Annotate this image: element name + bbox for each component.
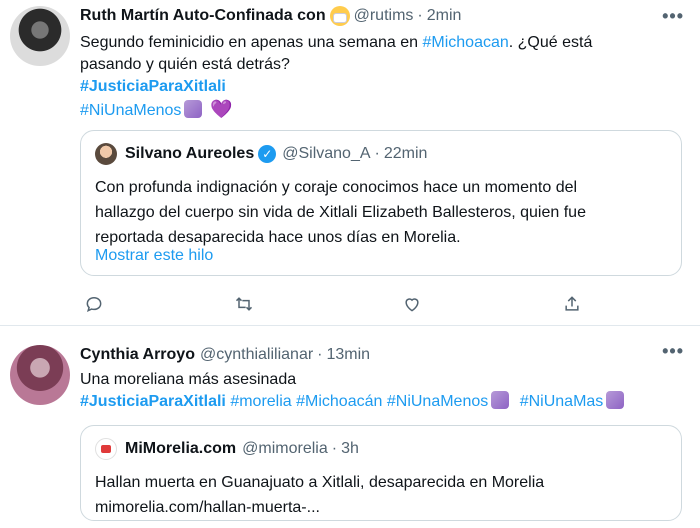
hashtag-link[interactable]: #NiUnaMenos <box>387 393 488 410</box>
tweet-text: Una moreliana más asesinada #JusticiaPar… <box>80 369 680 413</box>
text-line: Hallan muerta en Guanajuato a Xitlali, d… <box>95 474 545 491</box>
hashtag-link[interactable]: #Michoacán <box>296 393 382 410</box>
more-icon[interactable]: ••• <box>662 341 684 362</box>
text-segment: pasando y quién está detrás? <box>80 56 290 73</box>
avatar[interactable] <box>95 438 117 460</box>
hashtag-link[interactable]: #NiUnaMas <box>520 393 604 410</box>
tweet-text: Segundo feminicidio en apenas una semana… <box>80 32 680 122</box>
purple-heart-icon: 💜 <box>210 99 233 119</box>
text-line: hallazgo del cuerpo sin vida de Xitlali … <box>95 204 586 221</box>
share-icon[interactable] <box>558 290 586 318</box>
raised-fist-emoji-icon <box>491 391 510 409</box>
author-name[interactable]: Silvano Aureoles <box>125 145 254 163</box>
author-handle[interactable]: @cynthialilianar <box>200 346 313 364</box>
hashtag-link[interactable]: #JusticiaParaXitlali <box>80 78 226 95</box>
quoted-tweet[interactable]: Silvano Aureoles ✓ @Silvano_A · 22min Co… <box>80 130 682 276</box>
avatar[interactable] <box>10 6 70 66</box>
tweet-header: Cynthia Arroyo @cynthialilianar · 13min <box>80 343 690 367</box>
tweet-header: Ruth Martín Auto-Confinada con @rutims ·… <box>80 4 690 28</box>
author-name[interactable]: Ruth Martín Auto-Confinada con <box>80 7 326 25</box>
hashtag-link[interactable]: #NiUnaMenos <box>80 102 181 119</box>
hashtag-link[interactable]: #morelia <box>230 393 291 410</box>
timestamp[interactable]: 13min <box>327 346 371 364</box>
author-handle[interactable]: @rutims <box>354 7 414 25</box>
avatar[interactable] <box>95 143 117 165</box>
text-segment: . ¿Qué está <box>508 34 593 51</box>
verified-icon: ✓ <box>258 145 277 163</box>
tweet-actions <box>80 290 600 318</box>
avatar[interactable] <box>10 345 70 405</box>
separator: · <box>331 440 338 457</box>
quoted-tweet-header: Silvano Aureoles ✓ @Silvano_A · 22min <box>95 143 427 165</box>
timestamp[interactable]: 22min <box>384 145 428 163</box>
like-icon[interactable] <box>398 290 426 318</box>
separator: · <box>317 346 323 363</box>
quoted-tweet-text: Hallan muerta en Guanajuato a Xitlali, d… <box>95 470 667 520</box>
author-name[interactable]: Cynthia Arroyo <box>80 346 195 364</box>
raised-fist-emoji-icon <box>184 100 203 118</box>
timestamp[interactable]: 2min <box>427 7 462 25</box>
quoted-tweet-text: Con profunda indignación y coraje conoci… <box>95 175 667 250</box>
hashtag-link[interactable]: #JusticiaParaXitlali <box>80 393 226 410</box>
more-icon[interactable]: ••• <box>662 6 684 27</box>
quoted-tweet-header: MiMorelia.com @mimorelia · 3h <box>95 438 359 460</box>
show-thread-link[interactable]: Mostrar este hilo <box>95 247 213 265</box>
author-name[interactable]: MiMorelia.com <box>125 440 236 458</box>
link-text[interactable]: mimorelia.com/hallan-muerta-... <box>95 495 667 520</box>
text-line: Con profunda indignación y coraje conoci… <box>95 179 578 196</box>
author-handle[interactable]: @mimorelia <box>242 440 328 458</box>
separator: · <box>417 7 423 24</box>
quoted-tweet[interactable]: MiMorelia.com @mimorelia · 3h Hallan mue… <box>80 425 682 521</box>
hashtag-link[interactable]: #Michoacan <box>422 34 508 51</box>
text-segment: Segundo feminicidio en apenas una semana… <box>80 34 419 51</box>
separator: · <box>374 145 380 162</box>
raised-fist-emoji-icon <box>606 391 625 409</box>
reply-icon[interactable] <box>80 290 108 318</box>
retweet-icon[interactable] <box>230 290 258 318</box>
timestamp[interactable]: 3h <box>341 440 359 458</box>
mask-emoji-icon <box>329 6 350 26</box>
tweet[interactable]: Cynthia Arroyo @cynthialilianar · 13min … <box>0 327 700 528</box>
tweet[interactable]: Ruth Martín Auto-Confinada con @rutims ·… <box>0 0 700 326</box>
author-handle[interactable]: @Silvano_A <box>282 145 370 163</box>
text-line: Una moreliana más asesinada <box>80 371 297 388</box>
